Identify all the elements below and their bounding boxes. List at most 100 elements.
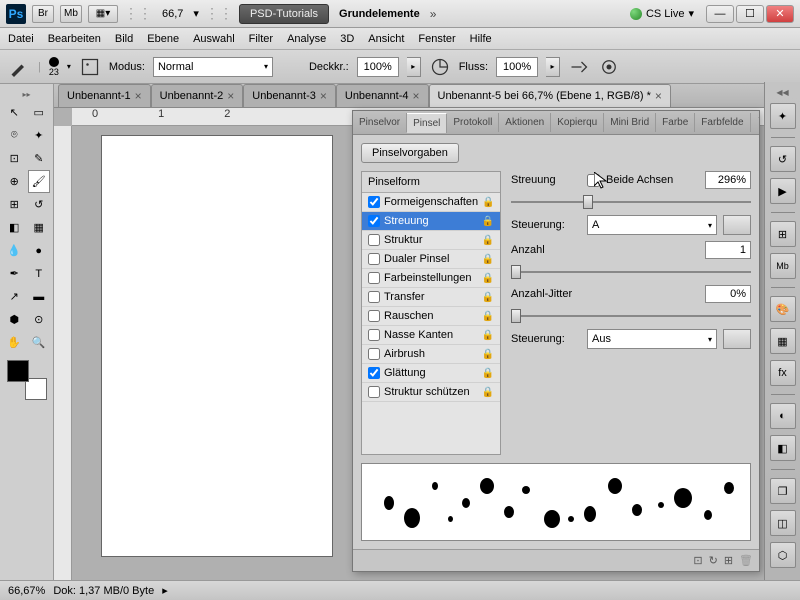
dock-btn-channels[interactable]: ◫: [770, 510, 796, 536]
dock-btn-1[interactable]: ✦: [770, 103, 796, 129]
modus-select[interactable]: Normal▾: [153, 57, 273, 77]
list-checkbox[interactable]: [368, 234, 380, 246]
lock-icon[interactable]: 🔒: [482, 216, 494, 227]
brush-tool-icon[interactable]: [8, 56, 30, 78]
anzahl-value[interactable]: 1: [705, 241, 751, 259]
shape-tool[interactable]: ▬: [28, 285, 51, 308]
list-item-8[interactable]: Airbrush🔒: [362, 345, 500, 364]
close-icon[interactable]: ×: [320, 89, 327, 103]
dock-btn-paths[interactable]: ⬡: [770, 542, 796, 568]
list-checkbox[interactable]: [368, 253, 380, 265]
close-button[interactable]: ✕: [766, 5, 794, 23]
bridge-button[interactable]: Br: [32, 5, 54, 23]
list-checkbox[interactable]: [368, 272, 380, 284]
pen-tool[interactable]: ✒: [3, 262, 26, 285]
tab-farbe[interactable]: Farbe: [656, 113, 695, 132]
hand-tool[interactable]: ✋: [3, 331, 26, 354]
doctab-1[interactable]: Unbenannt-1×: [58, 84, 151, 107]
close-icon[interactable]: ×: [135, 89, 142, 103]
menu-hilfe[interactable]: Hilfe: [470, 33, 492, 45]
deckkr-arrow[interactable]: ▸: [407, 57, 421, 77]
tab-farbfelde[interactable]: Farbfelde: [695, 113, 750, 132]
path-tool[interactable]: ↗: [3, 285, 26, 308]
menu-ansicht[interactable]: Ansicht: [368, 33, 404, 45]
doctab-3[interactable]: Unbenannt-3×: [243, 84, 336, 107]
fluss-arrow[interactable]: ▸: [546, 57, 560, 77]
doctab-2[interactable]: Unbenannt-2×: [151, 84, 244, 107]
dodge-tool[interactable]: ●: [28, 239, 51, 262]
tab-minibrid[interactable]: Mini Brid: [604, 113, 656, 132]
dock-btn-adjust[interactable]: ◐: [770, 403, 796, 429]
tab-aktionen[interactable]: Aktionen: [499, 113, 551, 132]
streuung-value[interactable]: 296%: [705, 171, 751, 189]
list-item-2[interactable]: Struktur🔒: [362, 231, 500, 250]
doctab-5[interactable]: Unbenannt-5 bei 66,7% (Ebene 1, RGB/8) *…: [429, 84, 671, 107]
blur-tool[interactable]: 💧: [3, 239, 26, 262]
status-doc-info[interactable]: Dok: 1,37 MB/0 Byte: [53, 585, 154, 597]
move-tool[interactable]: ↖: [3, 101, 26, 124]
gradient-tool[interactable]: ▦: [28, 216, 51, 239]
list-checkbox[interactable]: [368, 329, 380, 341]
list-item-5[interactable]: Transfer🔒: [362, 288, 500, 307]
menu-bild[interactable]: Bild: [115, 33, 133, 45]
list-item-0[interactable]: Formeigenschaften🔒: [362, 193, 500, 212]
type-tool[interactable]: T: [28, 262, 51, 285]
tab-kopierqu[interactable]: Kopierqu: [551, 113, 604, 132]
list-checkbox[interactable]: [368, 367, 380, 379]
marquee-tool[interactable]: ▭: [28, 101, 51, 124]
fg-color[interactable]: [7, 360, 29, 382]
list-checkbox[interactable]: [368, 215, 380, 227]
menu-bearbeiten[interactable]: Bearbeiten: [48, 33, 101, 45]
list-item-10[interactable]: Struktur schützen🔒: [362, 383, 500, 402]
status-zoom[interactable]: 66,67%: [8, 585, 45, 597]
lasso-tool[interactable]: ⌾: [3, 124, 26, 147]
menu-fenster[interactable]: Fenster: [418, 33, 455, 45]
list-item-9[interactable]: Glättung🔒: [362, 364, 500, 383]
crop-tool[interactable]: ⊡: [3, 147, 26, 170]
dock-btn-layers[interactable]: ❐: [770, 478, 796, 504]
footer-icon-1[interactable]: ⊡: [693, 554, 702, 567]
cslive-button[interactable]: CS Live▾: [630, 7, 694, 20]
doctab-4[interactable]: Unbenannt-4×: [336, 84, 429, 107]
collapse-icon[interactable]: ◀◀: [776, 88, 788, 97]
zoom-value[interactable]: 66,7: [158, 8, 187, 20]
anzahl-slider[interactable]: [511, 265, 751, 279]
lock-icon[interactable]: 🔒: [482, 368, 494, 379]
minibridge-button[interactable]: Mb: [60, 5, 82, 23]
new-preset-icon[interactable]: ⊞: [724, 554, 733, 567]
list-checkbox[interactable]: [368, 348, 380, 360]
view-button[interactable]: ▦▾: [88, 5, 118, 23]
streuung-slider[interactable]: [511, 195, 751, 209]
trash-icon[interactable]: 🗑: [739, 554, 753, 567]
menu-datei[interactable]: Datei: [8, 33, 34, 45]
list-checkbox[interactable]: [368, 291, 380, 303]
psd-tutorials-link[interactable]: PSD-Tutorials: [239, 4, 329, 24]
eraser-tool[interactable]: ◧: [3, 216, 26, 239]
wand-tool[interactable]: ✦: [28, 124, 51, 147]
tab-protokoll[interactable]: Protokoll: [447, 113, 499, 132]
minimize-button[interactable]: —: [706, 5, 734, 23]
tab-pinsel[interactable]: Pinsel: [407, 113, 447, 133]
eyedropper-tool[interactable]: ✎: [28, 147, 51, 170]
airbrush-icon[interactable]: [568, 56, 590, 78]
lock-icon[interactable]: 🔒: [482, 387, 494, 398]
brush-dropdown-icon[interactable]: ▾: [67, 62, 71, 71]
status-arrow-icon[interactable]: ▸: [162, 584, 168, 597]
dock-btn-actions[interactable]: ▶: [770, 178, 796, 204]
beide-achsen-checkbox[interactable]: [587, 174, 600, 187]
menu-3d[interactable]: 3D: [340, 33, 354, 45]
heal-tool[interactable]: ⊕: [3, 170, 26, 193]
close-icon[interactable]: ×: [227, 89, 234, 103]
zoom-tool[interactable]: 🔍: [28, 331, 51, 354]
lock-icon[interactable]: 🔒: [482, 349, 494, 360]
pressure-size-icon[interactable]: [598, 56, 620, 78]
list-item-4[interactable]: Farbeinstellungen🔒: [362, 269, 500, 288]
steuerung1-btn[interactable]: [723, 215, 751, 235]
pinselvorgaben-button[interactable]: Pinselvorgaben: [361, 143, 459, 163]
workspace-name[interactable]: Grundelemente: [335, 8, 424, 20]
zoom-dropdown-icon[interactable]: ▾: [193, 7, 199, 20]
dock-btn-swatches[interactable]: ▦: [770, 328, 796, 354]
lock-icon[interactable]: 🔒: [482, 235, 494, 246]
camera-tool[interactable]: ⊙: [28, 308, 51, 331]
history-brush-tool[interactable]: ↺: [28, 193, 51, 216]
